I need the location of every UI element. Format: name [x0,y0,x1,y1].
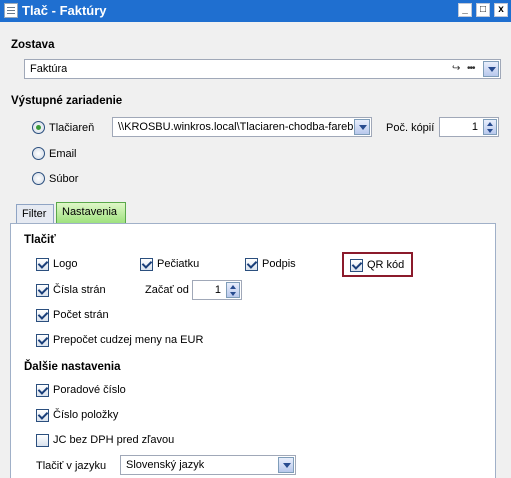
radio-email-label: Email [49,148,77,160]
order-number-checkbox[interactable] [36,384,49,397]
start-from-value: 1 [214,284,221,296]
report-section-label: Zostava [11,39,55,51]
radio-file[interactable] [32,172,45,185]
link-icon[interactable]: ↪ [452,63,460,74]
more-icon[interactable]: ••• [467,63,475,74]
page-numbers-label: Čísla strán [53,284,106,296]
copies-stepper[interactable]: 1 [439,117,499,137]
radio-email[interactable] [32,147,45,160]
stamp-label: Pečiatku [157,258,200,270]
radio-printer[interactable] [32,121,45,134]
radio-file-label: Súbor [49,173,79,185]
tab-settings[interactable]: Nastavenia [56,202,126,224]
close-button[interactable]: x [494,3,508,17]
spin-arrows-icon[interactable] [483,119,497,135]
signature-label: Podpis [262,258,296,270]
maximize-button[interactable]: □ [476,3,490,17]
signature-checkbox[interactable] [245,258,258,271]
logo-checkbox[interactable] [36,258,49,271]
minimize-button[interactable]: _ [458,3,472,17]
language-value: Slovenský jazyk [126,459,205,471]
unit-price-checkbox[interactable] [36,434,49,447]
start-from-label: Začať od [145,284,189,296]
output-section-label: Výstupné zariadenie [11,95,123,107]
language-label: Tlačiť v jazyku [36,460,107,472]
page-numbers-checkbox[interactable] [36,284,49,297]
report-value: Faktúra [30,63,68,75]
stamp-checkbox[interactable] [140,258,153,271]
title-bar: Tlač - Faktúry _ □ x [0,0,511,22]
window-title: Tlač - Faktúry [22,3,107,18]
chevron-down-icon[interactable] [354,119,370,135]
currency-conv-label: Prepočet cudzej meny na EUR [53,334,204,346]
order-number-label: Poradové číslo [53,384,126,396]
copies-label: Poč. kópií [386,122,435,134]
report-combo[interactable]: Faktúra ↪ ••• [24,59,501,79]
start-from-stepper[interactable]: 1 [192,280,242,300]
tab-filter[interactable]: Filter [16,204,54,224]
language-select[interactable]: Slovenský jazyk [120,455,296,475]
printer-value: \\KROSBU.winkros.local\Tlaciaren-chodba-… [118,121,354,133]
radio-printer-label: Tlačiareň [49,122,95,134]
page-count-label: Počet strán [53,309,109,321]
item-number-checkbox[interactable] [36,409,49,422]
qr-checkbox[interactable] [350,259,363,272]
more-section-label: Ďalšie nastavenia [24,361,121,373]
logo-label: Logo [53,258,78,270]
copies-value: 1 [471,121,478,133]
chevron-down-icon[interactable] [278,457,294,473]
document-icon [4,3,18,18]
chevron-down-icon[interactable] [483,61,499,77]
spin-arrows-icon[interactable] [226,282,240,298]
item-number-label: Číslo položky [53,409,119,421]
printer-select[interactable]: \\KROSBU.winkros.local\Tlaciaren-chodba-… [112,117,372,137]
qr-label: QR kód [367,259,405,271]
print-section-label: Tlačiť [24,234,56,246]
unit-price-label: JC bez DPH pred zľavou [53,434,175,446]
page-count-checkbox[interactable] [36,309,49,322]
currency-conv-checkbox[interactable] [36,334,49,347]
